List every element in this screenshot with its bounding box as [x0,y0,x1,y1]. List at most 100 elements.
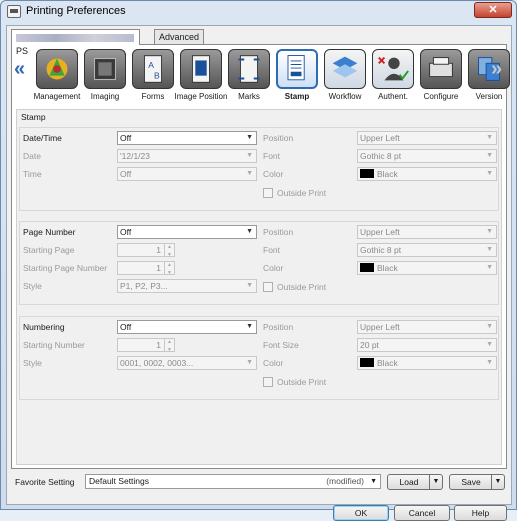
page-number-group: Page Number Off ▼ Starting Page 1 Startin… [19,221,499,305]
chevron-down-icon: ▼ [246,282,253,289]
favorite-setting-select[interactable]: Default Settings (modified) ▼ [85,474,381,489]
color-select-value: Black [377,358,398,368]
scroll-right-icon[interactable]: » [491,59,502,79]
spin-buttons[interactable] [164,241,174,261]
stamp-icon [276,49,318,89]
spin-buttons[interactable] [164,336,174,356]
cancel-button[interactable]: Cancel [394,505,450,521]
function-version-label: Version [475,92,503,101]
chevron-down-icon: ▼ [486,323,493,330]
datetime-select[interactable]: Off ▼ [117,131,257,145]
close-button[interactable]: ✕ [474,2,512,18]
position-label: Position [263,133,294,143]
version-icon [468,49,510,89]
marks-icon [228,49,270,89]
image-position-icon [180,49,222,89]
save-button[interactable]: Save ▼ [449,474,505,490]
color-label: Color [263,263,284,273]
outside-print-checkbox[interactable] [263,282,273,292]
color-label: Color [263,358,284,368]
font-size-select[interactable]: 20 pt ▼ [357,338,497,352]
font-select[interactable]: Gothic 8 pt ▼ [357,243,497,257]
outside-print-checkbox[interactable] [263,377,273,387]
font-select-value: Gothic 8 pt [360,151,402,161]
time-label: Time [23,169,42,179]
starting-page-value: 1 [156,245,161,255]
chevron-down-icon: ▼ [486,341,493,348]
font-label: Font [263,151,281,161]
chevron-down-icon[interactable]: ▼ [491,475,504,489]
section-title: Stamp [21,112,46,122]
favorite-setting-value: Default Settings [89,476,150,486]
chevron-down-icon: ▼ [486,170,493,177]
printer-icon [7,5,21,18]
position-select[interactable]: Upper Left ▼ [357,225,497,239]
font-label: Font [263,245,281,255]
starting-number-stepper[interactable]: 1 [117,336,175,356]
starting-page-number-value: 1 [156,263,161,273]
chevron-down-icon[interactable]: ▼ [429,475,442,489]
position-select-value: Upper Left [360,227,400,237]
stamp-settings-area: Stamp Date/Time Off ▼ Date '12/1/23 ▼ Time… [16,109,502,465]
color-swatch [360,263,374,273]
starting-page-stepper[interactable]: 1 [117,241,175,261]
time-select[interactable]: Off ▼ [117,167,257,181]
color-select[interactable]: Black ▼ [357,167,497,181]
page-number-select-value: Off [120,227,132,237]
color-label: Color [263,169,284,179]
tab-panel: « Management Imaging AB Forms Image Posi… [11,44,510,469]
chevron-down-icon: ▼ [246,152,253,159]
ok-button[interactable]: OK [333,505,389,521]
starting-page-number-stepper[interactable]: 1 [117,259,175,279]
page-style-select-value: P1, P2, P3... [120,281,168,291]
tab-ps[interactable]: PS [11,29,140,56]
management-icon [36,49,78,89]
save-label: Save [461,477,481,487]
function-icon-bar: « Management Imaging AB Forms Image Posi… [12,45,510,105]
position-select[interactable]: Upper Left ▼ [357,131,497,145]
color-swatch [360,358,374,368]
chevron-down-icon: ▼ [370,478,377,485]
spin-buttons[interactable] [164,259,174,279]
position-select[interactable]: Upper Left ▼ [357,320,497,334]
function-version[interactable]: Version [462,47,516,103]
svg-text:B: B [154,71,160,81]
page-number-select[interactable]: Off ▼ [117,225,257,239]
printing-preferences-window: Printing Preferences ✕ PS Advanced « Man… [0,0,517,521]
page-number-label: Page Number [23,227,76,237]
outside-print-label: Outside Print [277,282,327,292]
starting-number-value: 1 [156,340,161,350]
datetime-label: Date/Time [23,133,62,143]
numbering-select[interactable]: Off ▼ [117,320,257,334]
font-size-label: Font Size [263,340,299,350]
chevron-down-icon: ▼ [246,323,253,330]
dialog-client: PS Advanced « Management Imaging A B For… [6,25,512,521]
imaging-icon [84,49,126,89]
color-select[interactable]: Black ▼ [357,261,497,275]
chevron-down-icon: ▼ [246,134,253,141]
font-select[interactable]: Gothic 8 pt ▼ [357,149,497,163]
outside-print-checkbox[interactable] [263,188,273,198]
color-select-value: Black [377,169,398,179]
title-bar[interactable]: Printing Preferences ✕ [1,1,516,23]
chevron-down-icon: ▼ [486,246,493,253]
help-button[interactable]: Help [454,505,507,521]
numbering-style-select[interactable]: 0001, 0002, 0003... ▼ [117,356,257,370]
font-select-value: Gothic 8 pt [360,245,402,255]
tab-advanced[interactable]: Advanced [154,29,205,44]
outside-print-label: Outside Print [277,377,327,387]
authent-icon [372,49,414,89]
scroll-left-icon[interactable]: « [14,59,25,79]
chevron-down-icon: ▼ [486,228,493,235]
color-select[interactable]: Black ▼ [357,356,497,370]
page-style-select[interactable]: P1, P2, P3... ▼ [117,279,257,293]
date-select[interactable]: '12/1/23 ▼ [117,149,257,163]
load-button[interactable]: Load ▼ [387,474,443,490]
numbering-group: Numbering Off ▼ Starting Number 1 Style 0… [19,316,499,400]
color-swatch [360,169,374,179]
workflow-icon [324,49,366,89]
datetime-select-value: Off [120,133,132,143]
favorite-modified: (modified) [326,476,364,486]
forms-icon: AB [132,49,174,89]
chevron-down-icon: ▼ [486,134,493,141]
